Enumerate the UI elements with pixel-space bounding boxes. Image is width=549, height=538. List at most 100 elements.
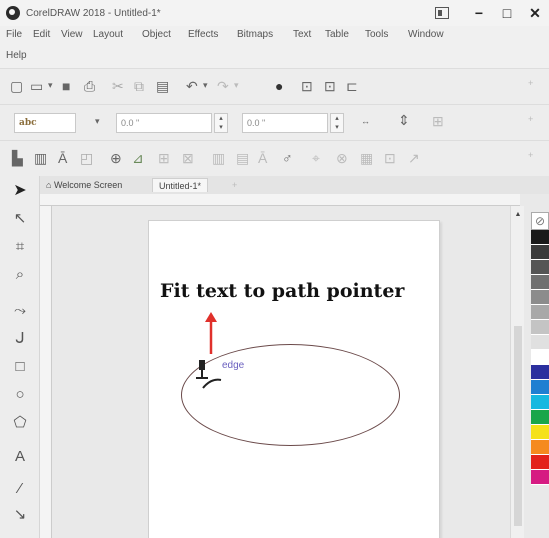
- scroll-thumb[interactable]: [514, 326, 522, 526]
- new-document-icon[interactable]: ▢: [10, 79, 23, 93]
- color-swatch-11[interactable]: [531, 395, 549, 410]
- menu-view[interactable]: View: [61, 29, 83, 40]
- vertical-scrollbar[interactable]: ▲: [510, 206, 524, 538]
- color-swatch-10[interactable]: [531, 380, 549, 395]
- title-bar: CorelDRAW 2018 - Untitled-1* − □ ✕: [0, 0, 549, 26]
- parallel-dimension-tool-icon[interactable]: ⁄: [8, 478, 32, 500]
- text-orientation-dropdown-icon[interactable]: ▾: [95, 117, 100, 126]
- save-icon[interactable]: ■: [62, 79, 70, 93]
- bullet-icon[interactable]: ⌖: [312, 151, 320, 165]
- open-dropdown-icon[interactable]: ▾: [48, 81, 53, 90]
- color-swatch-14[interactable]: [531, 440, 549, 455]
- mirror-horizontal-icon[interactable]: ↔: [361, 117, 370, 126]
- export-icon[interactable]: ⊡: [324, 79, 336, 93]
- scroll-up-arrow-icon[interactable]: ▲: [513, 210, 523, 220]
- color-swatch-4[interactable]: [531, 290, 549, 305]
- align-icon[interactable]: ▙: [12, 151, 23, 165]
- layout-options-icon[interactable]: +: [528, 151, 533, 160]
- distance-from-path-field[interactable]: 0.0 ": [116, 113, 212, 133]
- menu-bitmaps[interactable]: Bitmaps: [237, 29, 273, 40]
- color-swatch-8[interactable]: [531, 350, 549, 365]
- convert-to-curves-icon[interactable]: ♂: [282, 151, 293, 165]
- menu-help[interactable]: Help: [6, 50, 27, 61]
- color-swatch-7[interactable]: [531, 335, 549, 350]
- property-options-icon[interactable]: +: [528, 115, 533, 124]
- color-swatch-6[interactable]: [531, 320, 549, 335]
- maximize-button[interactable]: □: [493, 0, 521, 26]
- open-icon[interactable]: ▭: [30, 79, 43, 93]
- to-front-icon[interactable]: ⊠: [182, 151, 194, 165]
- break-apart-icon[interactable]: ⊞: [158, 151, 170, 165]
- menu-file[interactable]: File: [6, 29, 22, 40]
- tab-welcome-screen[interactable]: ⌂ Welcome Screen: [40, 178, 128, 192]
- no-color-swatch[interactable]: ⊘: [531, 212, 549, 230]
- menu-text[interactable]: Text: [293, 29, 311, 40]
- columns-icon[interactable]: ▦: [360, 151, 373, 165]
- menu-object[interactable]: Object: [142, 29, 171, 40]
- color-swatch-13[interactable]: [531, 425, 549, 440]
- new-tab-button[interactable]: +: [226, 178, 243, 192]
- color-swatch-16[interactable]: [531, 470, 549, 485]
- color-swatch-3[interactable]: [531, 275, 549, 290]
- dropcap-icon[interactable]: ⊗: [336, 151, 348, 165]
- menu-tools[interactable]: Tools: [365, 29, 388, 40]
- color-swatch-0[interactable]: [531, 230, 549, 245]
- close-button[interactable]: ✕: [521, 0, 549, 26]
- to-back-icon[interactable]: ▥: [212, 151, 225, 165]
- connector-tool-icon[interactable]: ↘: [8, 504, 32, 526]
- artistic-media-tool-icon[interactable]: ᒍ: [8, 328, 32, 350]
- text-tool-icon[interactable]: Ā: [58, 151, 67, 165]
- minimize-button[interactable]: −: [465, 0, 493, 26]
- text-tool-icon[interactable]: A: [8, 446, 32, 468]
- offset-field[interactable]: 0.0 ": [242, 113, 328, 133]
- toolbar-options-icon[interactable]: +: [528, 79, 533, 88]
- group-icon[interactable]: ▥: [34, 151, 47, 165]
- shape-tool-icon[interactable]: ↖: [8, 208, 32, 230]
- paste-icon[interactable]: ▤: [156, 79, 169, 93]
- color-swatch-15[interactable]: [531, 455, 549, 470]
- import-icon[interactable]: ⊡: [301, 79, 313, 93]
- zoom-icon[interactable]: ⊕: [110, 151, 122, 165]
- color-swatch-1[interactable]: [531, 245, 549, 260]
- redo-dropdown-icon[interactable]: ▾: [234, 81, 239, 90]
- ellipse-tool-icon[interactable]: ○: [8, 384, 32, 406]
- menu-layout[interactable]: Layout: [93, 29, 123, 40]
- color-swatch-5[interactable]: [531, 305, 549, 320]
- polygon-tool-icon[interactable]: ⬠: [8, 412, 32, 434]
- color-swatch-2[interactable]: [531, 260, 549, 275]
- publish-pdf-icon[interactable]: ⊏: [346, 79, 358, 93]
- undo-icon[interactable]: ↶: [186, 79, 198, 93]
- copy-icon[interactable]: ⧉: [134, 79, 144, 93]
- text-frame-icon[interactable]: ⊡: [384, 151, 396, 165]
- color-swatch-9[interactable]: [531, 365, 549, 380]
- menu-edit[interactable]: Edit: [33, 29, 50, 40]
- pick-tool-icon[interactable]: ➤: [8, 180, 32, 202]
- redo-icon[interactable]: ↷: [217, 79, 229, 93]
- color-swatch-12[interactable]: [531, 410, 549, 425]
- text-orientation-field[interactable]: abc: [14, 113, 76, 133]
- rectangle-tool-icon[interactable]: □: [8, 356, 32, 378]
- menu-table[interactable]: Table: [325, 29, 349, 40]
- zoom-tool-icon[interactable]: ⌕: [8, 264, 32, 286]
- undo-dropdown-icon[interactable]: ▾: [203, 81, 208, 90]
- offset-spinner[interactable]: ▴ ▾: [330, 113, 344, 133]
- vertical-ruler[interactable]: [40, 206, 52, 538]
- crop-tool-icon[interactable]: ⌗: [8, 236, 32, 258]
- print-icon[interactable]: ⎙: [84, 79, 95, 93]
- mirror-vertical-icon[interactable]: ⇕: [398, 113, 410, 127]
- combine-icon[interactable]: ◰: [80, 151, 93, 165]
- freehand-tool-icon[interactable]: ⤳: [8, 300, 32, 322]
- cut-icon[interactable]: ✂: [112, 79, 124, 93]
- weld-icon[interactable]: ▤: [236, 151, 249, 165]
- distance-spinner[interactable]: ▴ ▾: [214, 113, 228, 133]
- fit-text-icon[interactable]: ↗: [408, 151, 420, 165]
- search-content-icon[interactable]: ●: [275, 79, 283, 93]
- edit-image-icon[interactable]: ⊿: [132, 151, 144, 165]
- menu-window[interactable]: Window: [408, 29, 444, 40]
- trim-icon[interactable]: Ā: [258, 151, 267, 165]
- layout-icon[interactable]: [435, 7, 449, 19]
- menu-effects[interactable]: Effects: [188, 29, 218, 40]
- horizontal-ruler[interactable]: [40, 194, 520, 206]
- snap-marks-icon[interactable]: ⊞: [432, 114, 444, 128]
- tab-untitled-document[interactable]: Untitled-1*: [152, 178, 209, 192]
